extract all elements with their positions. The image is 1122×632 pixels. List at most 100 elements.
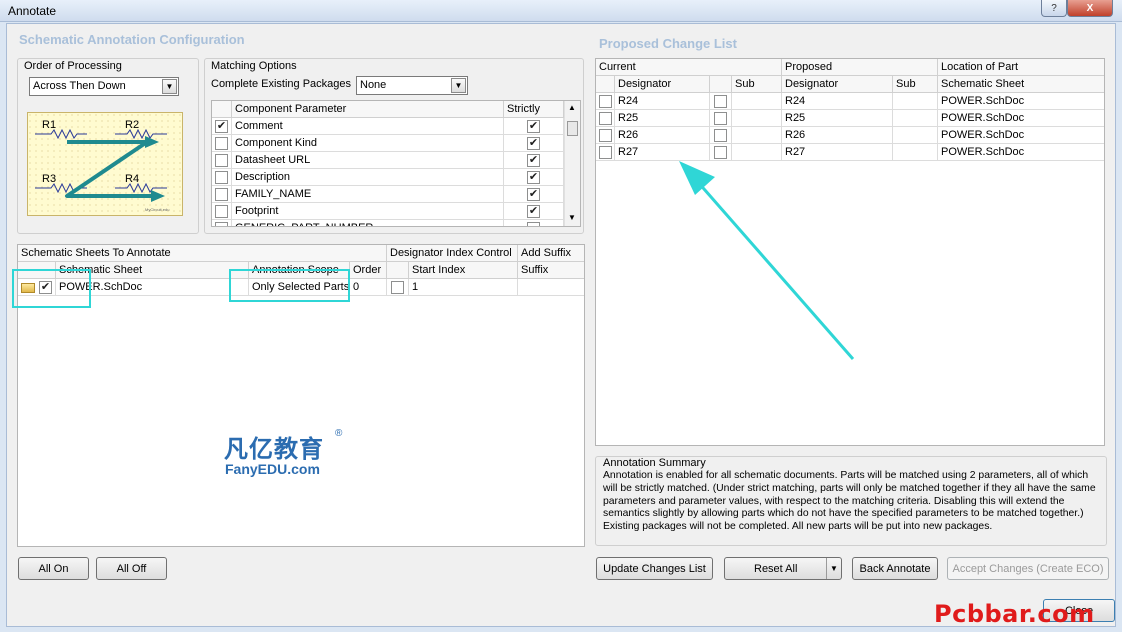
current-designator[interactable]: R24 [615, 93, 710, 110]
parameter-checkbox[interactable]: ✔ [215, 120, 228, 133]
order-of-processing-value: Across Then Down [33, 80, 126, 92]
parameter-check-cell: ✔ [212, 118, 232, 135]
complete-packages-select[interactable]: None ▼ [356, 76, 468, 95]
accept-changes-button[interactable]: Accept Changes (Create ECO) [947, 557, 1109, 580]
start-index-checkbox[interactable] [391, 281, 404, 294]
proposed-sub[interactable] [893, 127, 938, 144]
parameter-checkbox[interactable] [215, 222, 228, 226]
brand-watermark: Pcbbar.com [934, 600, 1095, 628]
help-button[interactable]: ? [1041, 0, 1067, 17]
strictly-checkbox[interactable] [527, 222, 540, 226]
order-of-processing-select[interactable]: Across Then Down ▼ [29, 77, 179, 96]
strictly-checkbox[interactable]: ✔ [527, 171, 540, 184]
proposed-sub[interactable] [893, 144, 938, 161]
change-header-designator[interactable]: Designator [615, 76, 710, 93]
sheets-header-start[interactable]: Start Index [409, 262, 518, 279]
change-checkbox[interactable] [599, 112, 612, 125]
designator-index-header: Designator Index Control [387, 245, 518, 262]
change-checkbox[interactable] [599, 129, 612, 142]
parameter-name[interactable]: Datasheet URL [232, 152, 504, 169]
proposed-designator[interactable]: R25 [782, 110, 893, 127]
current-sub[interactable] [732, 110, 782, 127]
reset-all-button[interactable]: Reset All ▼ [724, 557, 842, 580]
scroll-thumb[interactable] [567, 121, 578, 136]
parameter-name[interactable]: GENERIC_PART_NUMBER [232, 220, 504, 226]
parameter-name[interactable]: Component Kind [232, 135, 504, 152]
location-sheet[interactable]: POWER.SchDoc [938, 144, 1104, 161]
all-on-button[interactable]: All On [18, 557, 89, 580]
sheets-header-suffix[interactable]: Suffix [518, 262, 584, 279]
current-sub[interactable] [732, 93, 782, 110]
sub-checkbox[interactable] [714, 112, 727, 125]
matching-options-group: Matching Options Complete Existing Packa… [204, 58, 584, 234]
update-changes-button[interactable]: Update Changes List [596, 557, 713, 580]
pointer-arrow-head [679, 161, 715, 195]
change-header-sub[interactable]: Sub [732, 76, 782, 93]
location-sheet[interactable]: POWER.SchDoc [938, 110, 1104, 127]
change-checkbox[interactable] [599, 95, 612, 108]
start-index-cell[interactable]: 1 [409, 279, 518, 296]
strictly-checkbox[interactable]: ✔ [527, 188, 540, 201]
change-checkbox[interactable] [599, 146, 612, 159]
change-header-proposed-designator[interactable]: Designator [782, 76, 893, 93]
reset-dropdown-icon[interactable]: ▼ [826, 558, 841, 579]
parameter-checkbox[interactable] [215, 137, 228, 150]
proposed-designator[interactable]: R26 [782, 127, 893, 144]
sub-checkbox[interactable] [714, 129, 727, 142]
current-designator[interactable]: R25 [615, 110, 710, 127]
title-bar: Annotate ? X [0, 0, 1122, 22]
change-header-proposed-sub[interactable]: Sub [893, 76, 938, 93]
strictly-checkbox[interactable]: ✔ [527, 205, 540, 218]
table-header-parameter[interactable]: Component Parameter [232, 101, 504, 118]
chevron-down-icon[interactable]: ▼ [451, 78, 466, 93]
parameter-name[interactable]: Footprint [232, 203, 504, 220]
parameter-checkbox[interactable] [215, 205, 228, 218]
proposed-designator[interactable]: R24 [782, 93, 893, 110]
parameter-checkbox[interactable] [215, 188, 228, 201]
current-designator[interactable]: R26 [615, 127, 710, 144]
suffix-cell[interactable] [518, 279, 584, 296]
parameter-name[interactable]: Description [232, 169, 504, 186]
strictly-checkbox[interactable]: ✔ [527, 120, 540, 133]
sub-checkbox[interactable] [714, 95, 727, 108]
sheets-header-order[interactable]: Order [350, 262, 387, 279]
window-close-button[interactable]: X [1067, 0, 1113, 17]
change-check-cell [596, 93, 615, 110]
parameter-name[interactable]: FAMILY_NAME [232, 186, 504, 203]
strictly-cell: ✔ [504, 169, 564, 186]
scroll-up-icon[interactable]: ▲ [568, 103, 576, 112]
change-check-cell [596, 110, 615, 127]
parameter-checkbox[interactable] [215, 171, 228, 184]
annotation-summary-title: Annotation Summary [603, 457, 706, 469]
strictly-checkbox[interactable]: ✔ [527, 137, 540, 150]
parameter-name[interactable]: Comment [232, 118, 504, 135]
strictly-cell: ✔ [504, 118, 564, 135]
all-off-button[interactable]: All Off [96, 557, 167, 580]
back-annotate-button[interactable]: Back Annotate [852, 557, 938, 580]
parameter-checkbox[interactable] [215, 154, 228, 167]
sub-check-cell [710, 127, 732, 144]
diagram-label-r3: R3 [42, 173, 56, 185]
proposed-sub[interactable] [893, 110, 938, 127]
parameter-check-cell [212, 186, 232, 203]
current-sub[interactable] [732, 127, 782, 144]
chevron-down-icon[interactable]: ▼ [162, 79, 177, 94]
strictly-cell [504, 220, 564, 226]
proposed-sub[interactable] [893, 93, 938, 110]
sub-checkbox[interactable] [714, 146, 727, 159]
scroll-down-icon[interactable]: ▼ [568, 213, 576, 222]
location-sheet[interactable]: POWER.SchDoc [938, 93, 1104, 110]
strictly-cell: ✔ [504, 203, 564, 220]
strictly-checkbox[interactable]: ✔ [527, 154, 540, 167]
processing-order-diagram: R1 R2 R3 R4 MyCircuit.edu [27, 112, 183, 216]
watermark-registered: ® [335, 428, 343, 439]
dialog-client: Schematic Annotation Configuration Order… [6, 23, 1116, 627]
order-cell[interactable]: 0 [350, 279, 387, 296]
parameter-check-cell [212, 203, 232, 220]
diagram-label-r4: R4 [125, 173, 139, 185]
location-sheet[interactable]: POWER.SchDoc [938, 127, 1104, 144]
change-header-sheet[interactable]: Schematic Sheet [938, 76, 1104, 93]
table-header-strictly[interactable]: Strictly [504, 101, 564, 118]
schematic-config-title: Schematic Annotation Configuration [19, 32, 245, 47]
parameter-scrollbar[interactable]: ▲ ▼ [564, 101, 580, 226]
